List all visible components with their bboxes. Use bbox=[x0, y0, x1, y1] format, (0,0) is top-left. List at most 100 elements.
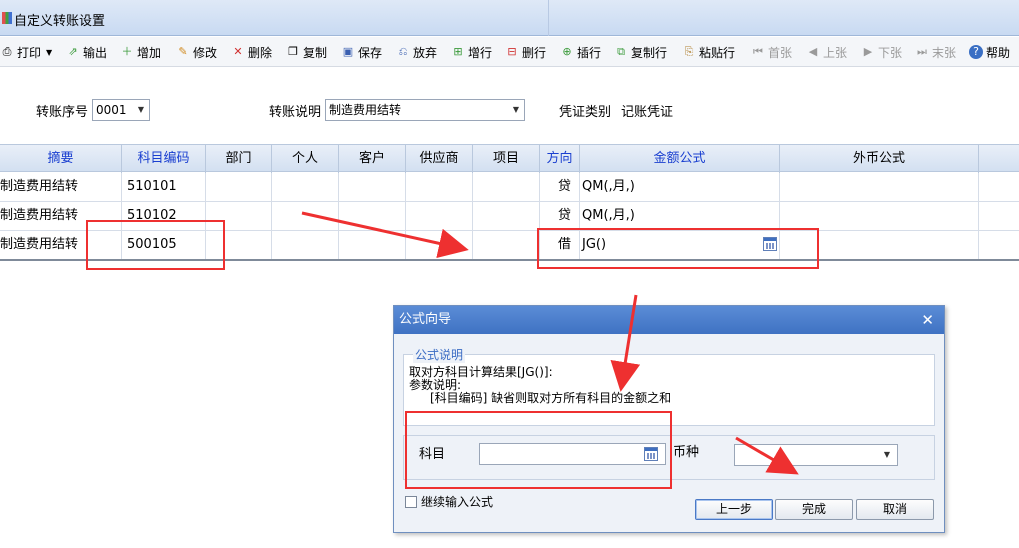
prev-page-label: 上张 bbox=[823, 45, 848, 60]
formula-desc-line3: [科目编码] 缺省则取对方所有科目的金额之和 bbox=[430, 391, 672, 405]
save-button[interactable]: ▣ 保存 bbox=[341, 37, 382, 67]
save-label: 保存 bbox=[358, 45, 383, 60]
transfer-desc-label: 转账说明 bbox=[269, 104, 322, 120]
currency-select[interactable]: ▼ bbox=[734, 444, 898, 466]
grid-header: 摘要 科目编码 部门 个人 客户 供应商 项目 方向 金额公式 外币公式 bbox=[0, 144, 1019, 173]
close-icon[interactable]: ✕ bbox=[921, 306, 934, 334]
table-row[interactable]: 制造费用结转 510101 贷 QM(,月,) bbox=[0, 173, 1019, 202]
transfer-desc-select[interactable]: 制造费用结转 ▼ bbox=[325, 99, 526, 121]
chevron-down-icon[interactable]: ▼ bbox=[46, 48, 52, 57]
export-button[interactable]: ⇗ 输出 bbox=[66, 37, 107, 67]
formula-description-legend: 公式说明 bbox=[413, 346, 466, 363]
insert-row-button[interactable]: ⊕ 插行 bbox=[560, 37, 601, 67]
transfer-seq-label: 转账序号 bbox=[36, 104, 89, 120]
col-supplier[interactable]: 供应商 bbox=[406, 145, 473, 173]
col-direction[interactable]: 方向 bbox=[540, 145, 580, 173]
annotation-box-subject-input bbox=[405, 411, 672, 489]
col-department[interactable]: 部门 bbox=[206, 145, 272, 173]
copy-row-icon: ⧉ bbox=[617, 45, 625, 58]
transfer-seq-select[interactable]: 0001 ▼ bbox=[92, 99, 151, 121]
copy-button[interactable]: ❐ 复制 bbox=[286, 37, 327, 67]
copy-row-label: 复制行 bbox=[631, 45, 668, 60]
dialog-title: 公式向导 bbox=[399, 312, 452, 327]
cell-amount-formula[interactable]: QM(,月,) bbox=[580, 202, 780, 231]
voucher-type-group: 凭证类别 记账凭证 bbox=[559, 97, 673, 123]
delete-row-label: 删行 bbox=[522, 45, 547, 60]
col-amount-formula[interactable]: 金额公式 bbox=[580, 145, 780, 173]
app-icon bbox=[2, 12, 12, 24]
cell-person[interactable] bbox=[272, 173, 339, 202]
add-row-label: 增行 bbox=[468, 45, 493, 60]
paste-row-label: 粘贴行 bbox=[699, 45, 736, 60]
last-icon: ⏭ bbox=[917, 45, 927, 58]
chevron-down-icon: ▼ bbox=[137, 105, 145, 114]
cell-supplier[interactable] bbox=[406, 231, 473, 260]
edit-button[interactable]: ✎ 修改 bbox=[176, 37, 217, 67]
cell-supplier[interactable] bbox=[406, 202, 473, 231]
cell-subject-code[interactable]: 510101 bbox=[122, 173, 206, 202]
cell-fx-formula[interactable] bbox=[780, 202, 979, 231]
cancel-button[interactable]: 取消 bbox=[856, 499, 934, 520]
col-customer[interactable]: 客户 bbox=[339, 145, 406, 173]
next-page-button[interactable]: ▶ 下张 bbox=[861, 37, 902, 67]
cell-summary[interactable]: 制造费用结转 bbox=[0, 173, 122, 202]
cell-direction[interactable]: 贷 bbox=[540, 202, 580, 231]
cell-amount-formula[interactable]: QM(,月,) bbox=[580, 173, 780, 202]
transfer-seq-group: 转账序号 0001 ▼ bbox=[36, 97, 151, 123]
transfer-desc-value: 制造费用结转 bbox=[329, 103, 402, 117]
voucher-type-value: 记账凭证 bbox=[621, 104, 674, 120]
delete-icon: ✕ bbox=[233, 45, 243, 58]
cell-customer[interactable] bbox=[339, 202, 406, 231]
copy-label: 复制 bbox=[303, 45, 328, 60]
copy-row-button[interactable]: ⧉ 复制行 bbox=[614, 37, 667, 67]
last-page-label: 末张 bbox=[932, 45, 957, 60]
help-icon: ? bbox=[969, 45, 983, 59]
delete-row-button[interactable]: ⊟ 删行 bbox=[505, 37, 546, 67]
paste-row-button[interactable]: ⎘ 粘贴行 bbox=[682, 37, 735, 67]
finish-button[interactable]: 完成 bbox=[775, 499, 853, 520]
col-fx-formula[interactable]: 外币公式 bbox=[780, 145, 979, 173]
chevron-down-icon: ▼ bbox=[883, 450, 890, 459]
cell-person[interactable] bbox=[272, 202, 339, 231]
cell-department[interactable] bbox=[206, 173, 272, 202]
col-project[interactable]: 项目 bbox=[473, 145, 540, 173]
cell-customer[interactable] bbox=[339, 173, 406, 202]
export-label: 输出 bbox=[83, 45, 108, 60]
first-page-button[interactable]: ⏮ 首张 bbox=[751, 37, 792, 67]
cell-supplier[interactable] bbox=[406, 173, 473, 202]
help-label: 帮助 bbox=[986, 45, 1011, 60]
cell-project[interactable] bbox=[473, 202, 540, 231]
continue-input-label: 继续输入公式 bbox=[421, 495, 494, 509]
help-button[interactable]: ? 帮助 bbox=[969, 37, 1010, 67]
prev-icon: ◀ bbox=[808, 45, 818, 58]
copy-icon: ❐ bbox=[288, 45, 298, 58]
delete-button[interactable]: ✕ 删除 bbox=[231, 37, 272, 67]
add-label: 增加 bbox=[137, 45, 162, 60]
print-label: 打印 bbox=[17, 45, 42, 60]
annotation-box-subject-code bbox=[86, 220, 225, 270]
last-page-button[interactable]: ⏭ 末张 bbox=[915, 37, 956, 67]
cell-customer[interactable] bbox=[339, 231, 406, 260]
cell-project[interactable] bbox=[473, 173, 540, 202]
continue-input-checkbox[interactable] bbox=[405, 496, 417, 508]
discard-label: 放弃 bbox=[413, 45, 438, 60]
col-subject-code[interactable]: 科目编码 bbox=[122, 145, 206, 173]
discard-button[interactable]: ⎌ 放弃 bbox=[396, 37, 437, 67]
prev-step-button[interactable]: 上一步 bbox=[695, 499, 773, 520]
first-icon: ⏮ bbox=[753, 45, 763, 58]
col-person[interactable]: 个人 bbox=[272, 145, 339, 173]
add-button[interactable]: ＋ 增加 bbox=[120, 37, 162, 67]
cell-fx-formula[interactable] bbox=[780, 173, 979, 202]
prev-page-button[interactable]: ◀ 上张 bbox=[806, 37, 847, 67]
transfer-desc-group: 转账说明 制造费用结转 ▼ bbox=[269, 97, 526, 123]
voucher-type-label: 凭证类别 bbox=[559, 104, 612, 120]
save-icon: ▣ bbox=[342, 45, 354, 58]
cell-project[interactable] bbox=[473, 231, 540, 260]
add-row-button[interactable]: ⊞ 增行 bbox=[451, 37, 492, 67]
cell-person[interactable] bbox=[272, 231, 339, 260]
export-icon: ⇗ bbox=[68, 45, 78, 58]
print-button[interactable]: ⎙ 打印 ▼ bbox=[0, 37, 53, 67]
paste-row-icon: ⎘ bbox=[684, 45, 694, 58]
cell-direction[interactable]: 贷 bbox=[540, 173, 580, 202]
col-summary[interactable]: 摘要 bbox=[0, 145, 122, 173]
